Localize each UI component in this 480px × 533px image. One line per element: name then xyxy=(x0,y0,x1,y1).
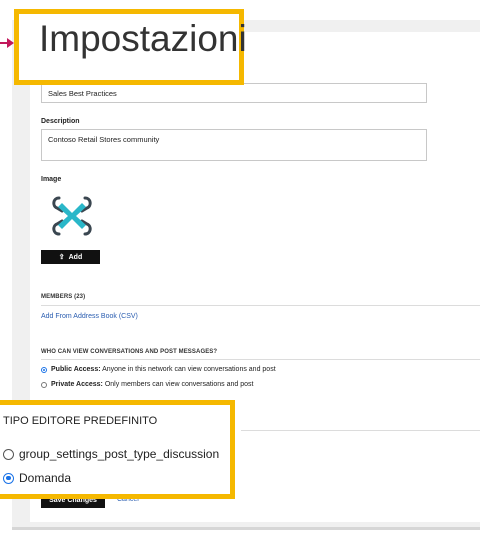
editor-option-discussion[interactable]: group_settings_post_type_discussion xyxy=(3,447,219,461)
members-divider xyxy=(41,305,480,306)
members-heading: MEMBERS (23) xyxy=(41,294,86,300)
group-name-field[interactable]: Sales Best Practices xyxy=(41,83,427,103)
description-value: Contoso Retail Stores community xyxy=(48,135,160,144)
add-image-label: Add xyxy=(68,253,83,261)
public-access-radio[interactable] xyxy=(41,366,47,373)
upload-icon: ⇪ xyxy=(58,254,65,261)
editor-question-label: Domanda xyxy=(19,471,72,485)
default-editor-heading: TIPO EDITORE PREDEFINITO xyxy=(3,415,158,427)
editor-option-question[interactable]: Domanda xyxy=(3,471,71,485)
add-image-button[interactable]: ⇪ Add xyxy=(41,250,100,264)
page-bottom-border xyxy=(12,527,480,530)
editor-discussion-label: group_settings_post_type_discussion xyxy=(19,447,220,461)
public-access-option[interactable]: Public Access: Anyone in this network ca… xyxy=(41,366,276,373)
editor-discussion-radio[interactable] xyxy=(3,448,14,460)
editor-question-radio[interactable] xyxy=(3,472,14,484)
public-access-text: Anyone in this network can view conversa… xyxy=(100,366,276,373)
title-highlight-box: Impostazioni xyxy=(14,9,247,85)
add-from-address-book-link[interactable]: Add From Address Book (CSV) xyxy=(41,313,138,320)
private-access-bold: Private Access: xyxy=(51,381,103,388)
arrow-pointer-icon xyxy=(0,38,14,48)
group-name-value: Sales Best Practices xyxy=(48,89,117,98)
public-access-bold: Public Access: xyxy=(51,366,101,373)
editor-divider-tail xyxy=(241,430,480,431)
default-editor-highlight-box: TIPO EDITORE PREDEFINITO group_settings_… xyxy=(0,400,235,499)
private-access-option[interactable]: Private Access: Only members can view co… xyxy=(41,381,253,388)
description-field[interactable]: Contoso Retail Stores community xyxy=(41,129,427,161)
page-title: Impostazioni xyxy=(39,18,247,59)
private-access-radio[interactable] xyxy=(41,381,47,388)
private-access-text: Only members can view conversations and … xyxy=(102,381,254,388)
description-label: Description xyxy=(41,118,80,125)
view-access-heading: WHO CAN VIEW CONVERSATIONS AND POST MESS… xyxy=(41,349,218,355)
view-access-divider xyxy=(41,359,480,360)
contoso-drone-logo-icon xyxy=(52,196,92,236)
image-label: Image xyxy=(41,176,62,183)
